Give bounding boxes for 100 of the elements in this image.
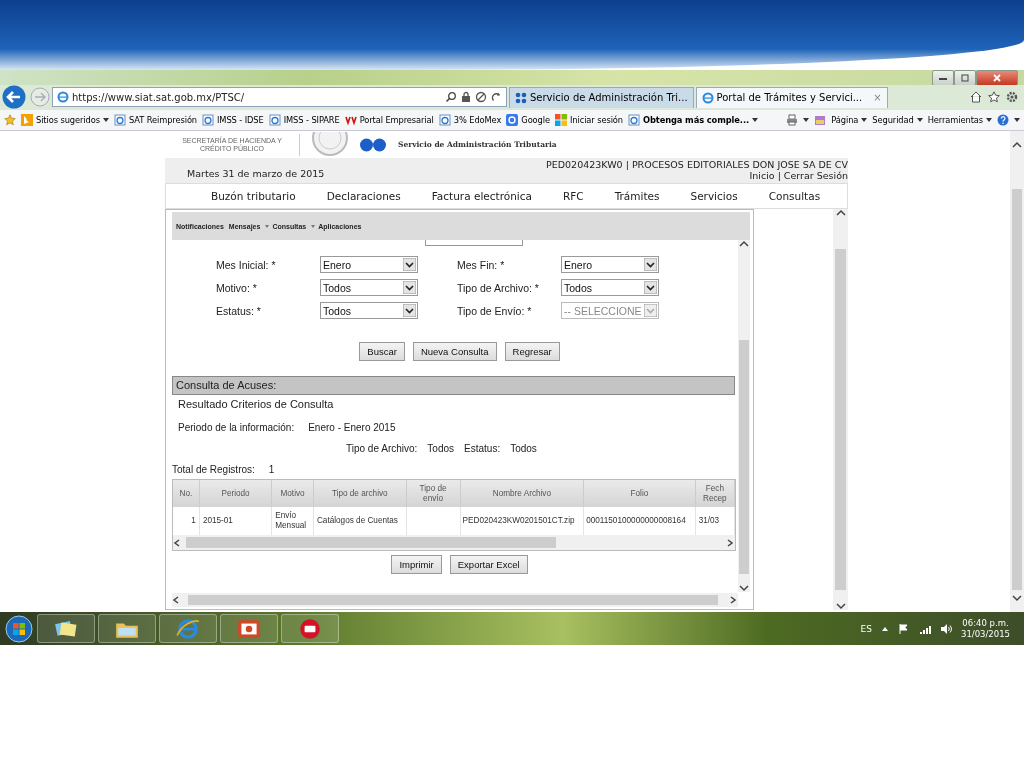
nav-item[interactable]: Trámites <box>614 190 660 203</box>
bing-icon <box>21 114 33 127</box>
dropdown-field[interactable] <box>425 240 523 247</box>
dropdown-arrow-icon[interactable] <box>644 281 657 295</box>
favorite-link[interactable]: IMSS - IDSE <box>202 114 264 127</box>
taskbar-app-button[interactable] <box>98 614 156 644</box>
caret-icon <box>752 118 758 123</box>
column-header[interactable]: No. <box>173 480 200 508</box>
dropdown-arrow-icon[interactable] <box>403 304 416 318</box>
nav-item[interactable]: RFC <box>562 190 584 203</box>
scrollbar-thumb[interactable] <box>739 340 749 575</box>
column-header[interactable]: Motivo <box>271 480 314 508</box>
favorite-link[interactable]: IMSS - SIPARE <box>268 114 340 127</box>
taskbar-app-button[interactable] <box>220 614 278 644</box>
scrollbar-thumb[interactable] <box>1012 189 1022 591</box>
field-label: Estatus: * <box>216 304 262 317</box>
back-button[interactable] <box>1 85 28 110</box>
address-field[interactable]: https://www.siat.sat.gob.mx/PTSC/ <box>52 87 507 108</box>
star-icon[interactable] <box>988 91 1000 104</box>
column-header[interactable]: Periodo <box>199 480 272 508</box>
favorites-star-icon[interactable] <box>4 114 16 127</box>
web-page-icon <box>627 114 640 127</box>
action-button[interactable]: Imprimir <box>391 555 442 575</box>
home-link[interactable]: Inicio <box>749 170 775 182</box>
favorite-link[interactable]: Google <box>506 114 550 127</box>
form-button[interactable]: Regresar <box>504 342 560 362</box>
scroll-up-icon[interactable] <box>835 209 846 218</box>
nav-item[interactable]: Consultas <box>768 190 821 203</box>
scroll-right-icon[interactable] <box>728 596 738 605</box>
nav-item[interactable]: Factura electrónica <box>431 190 532 203</box>
caret-icon[interactable] <box>1014 118 1020 123</box>
nav-item[interactable]: Servicios <box>690 190 738 203</box>
scrollbar-thumb[interactable] <box>835 249 846 591</box>
nav-item[interactable]: Buzón tributario <box>211 190 296 203</box>
command-menu[interactable]: Seguridad <box>872 115 923 126</box>
logout-link[interactable]: Cerrar Sesión <box>783 170 848 182</box>
column-header[interactable]: Tipo de archivo <box>313 480 407 508</box>
scrollbar-thumb[interactable] <box>188 595 718 606</box>
browser-tab[interactable]: Servicio de Administración Tri... <box>509 86 694 108</box>
search-icon[interactable] <box>445 91 457 104</box>
dropdown-field[interactable]: Enero <box>320 256 418 274</box>
flag-icon[interactable] <box>898 622 910 635</box>
favorite-link[interactable]: Portal Empresarial <box>344 114 434 127</box>
criteria-label: Estatus: <box>464 443 501 455</box>
scroll-right-icon[interactable] <box>725 538 735 547</box>
column-header[interactable]: Nombre Archivo <box>460 480 584 508</box>
browser-tab[interactable]: Portal de Trámites y Servici... × <box>695 86 888 108</box>
scroll-up-icon[interactable] <box>739 240 749 249</box>
settings-icon[interactable] <box>1006 91 1018 104</box>
column-header[interactable]: Folio <box>583 480 696 508</box>
web-page-icon <box>113 114 126 127</box>
speaker-icon[interactable] <box>940 622 952 635</box>
scroll-up-icon[interactable] <box>1012 141 1022 150</box>
favorite-link[interactable]: Obtenga más comple... <box>627 114 758 127</box>
caret-icon <box>861 118 868 123</box>
dropdown-field[interactable]: Todos <box>320 279 418 297</box>
form-button[interactable]: Buscar <box>359 342 405 362</box>
dropdown-arrow-icon[interactable] <box>644 258 657 272</box>
caret-icon <box>916 118 923 123</box>
taskbar-app-button[interactable] <box>37 614 95 644</box>
stop-icon[interactable] <box>475 91 487 104</box>
separator: | <box>777 170 781 182</box>
help-icon[interactable] <box>997 114 1009 127</box>
total-label: Total de Registros: <box>172 464 255 476</box>
scroll-down-icon[interactable] <box>1012 594 1022 603</box>
favorite-link[interactable]: Sitios sugeridos <box>21 114 109 127</box>
dropdown-field[interactable]: Enero <box>561 256 659 274</box>
scrollbar-thumb[interactable] <box>186 537 556 549</box>
web-page-icon <box>202 114 214 127</box>
taskbar-app-button[interactable] <box>281 614 339 644</box>
scroll-down-icon[interactable] <box>835 602 846 611</box>
dropdown-arrow-icon[interactable] <box>403 281 416 295</box>
start-button[interactable] <box>4 613 34 644</box>
printer-icon[interactable] <box>786 114 799 127</box>
home-icon[interactable] <box>970 91 982 104</box>
language-indicator[interactable]: ES <box>860 623 872 634</box>
favorite-link[interactable]: SAT Reimpresión <box>113 114 197 127</box>
action-button[interactable]: Exportar Excel <box>449 555 528 575</box>
dropdown-field[interactable]: Todos <box>320 302 418 320</box>
form-button[interactable]: Nueva Consulta <box>412 342 497 362</box>
favorite-link[interactable]: 3% EdoMex <box>438 114 502 127</box>
current-date: Martes 31 de marzo de 2015 <box>186 168 325 182</box>
criteria-label: Tipo de Archivo: <box>346 443 418 455</box>
favorite-link[interactable]: Iniciar sesión <box>554 114 623 127</box>
period-value: Enero - Enero 2015 <box>308 422 396 434</box>
dropdown-field[interactable]: Todos <box>561 279 659 297</box>
column-header[interactable]: Fech Recep <box>695 480 735 508</box>
google-icon <box>506 114 519 127</box>
clock[interactable]: 06:40 p.m. 31/03/2015 <box>961 617 1010 640</box>
minimize-button[interactable] <box>932 70 954 86</box>
command-menu[interactable]: Página <box>831 115 868 126</box>
close-button[interactable] <box>976 70 1018 86</box>
dropdown-arrow-icon[interactable] <box>403 258 416 272</box>
caret-icon[interactable] <box>803 118 810 123</box>
nav-item[interactable]: Declaraciones <box>326 190 401 203</box>
field-label: Motivo: * <box>216 281 258 294</box>
column-header[interactable]: Tipo de envío <box>406 480 461 508</box>
scroll-down-icon[interactable] <box>739 584 749 593</box>
command-menu[interactable]: Herramientas <box>927 115 992 126</box>
field-label: Tipo de Archivo: * <box>457 281 540 294</box>
